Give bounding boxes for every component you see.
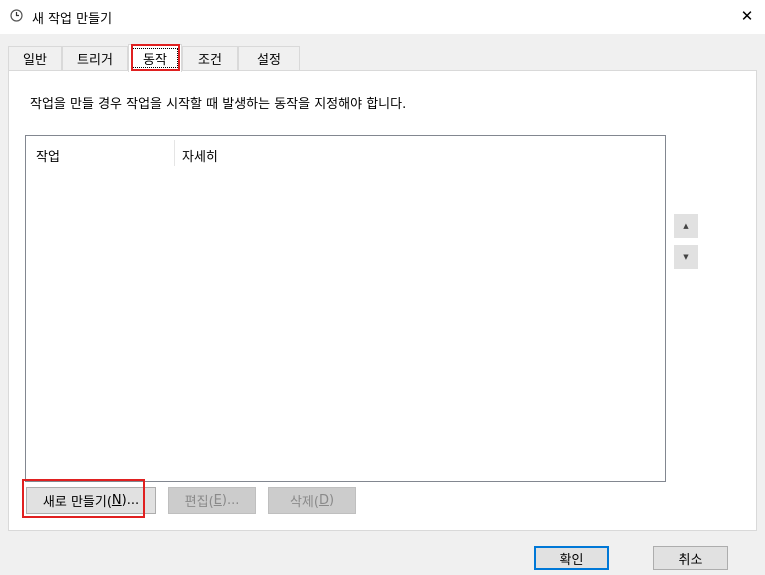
task-scheduler-clock-icon [10,9,23,22]
close-icon: ✕ [740,7,754,25]
mnemonic: E [213,493,222,508]
button-suffix: )... [221,493,240,508]
window-title: 새 작업 만들기 [32,12,113,27]
delete-action-button[interactable]: 삭제(D) [268,487,356,514]
tab-actions[interactable]: 동작 [128,44,182,72]
tab-conditions[interactable]: 조건 [182,46,238,70]
tab-label: 조건 [198,53,222,68]
title-bar [0,0,765,34]
button-label: 편집( [184,495,214,510]
arrow-down-icon: ▼ [683,253,689,261]
move-down-button[interactable]: ▼ [674,245,698,269]
tab-settings[interactable]: 설정 [238,46,300,70]
column-header-action[interactable]: 작업 [36,146,60,165]
button-label: 확인 [559,552,584,568]
instruction-text: 작업을 만들 경우 작업을 시작할 때 발생하는 동작을 지정해야 합니다. [30,97,407,112]
column-divider[interactable] [174,140,175,166]
cancel-button[interactable]: 취소 [653,546,728,570]
edit-action-button[interactable]: 편집(E)... [168,487,256,514]
ok-button[interactable]: 확인 [534,546,609,570]
new-action-button[interactable]: 새로 만들기(N)... [26,487,156,514]
tab-label: 트리거 [77,53,113,68]
arrow-up-icon: ▲ [683,222,689,230]
close-button[interactable]: ✕ [735,4,759,28]
button-label: 삭제( [289,495,319,510]
move-up-button[interactable]: ▲ [674,214,698,238]
column-header-details[interactable]: 자세히 [182,146,218,165]
button-label: 취소 [678,552,703,568]
tab-general[interactable]: 일반 [8,46,62,70]
tab-label: 설정 [257,53,281,68]
mnemonic: D [318,493,329,508]
button-suffix: )... [121,493,140,508]
tab-label: 일반 [23,53,47,68]
tab-label: 동작 [143,53,167,68]
button-label: 새로 만들기( [42,495,112,510]
tab-triggers[interactable]: 트리거 [62,46,128,70]
mnemonic: N [111,493,122,508]
actions-list[interactable] [25,135,666,482]
button-suffix: ) [328,493,335,508]
